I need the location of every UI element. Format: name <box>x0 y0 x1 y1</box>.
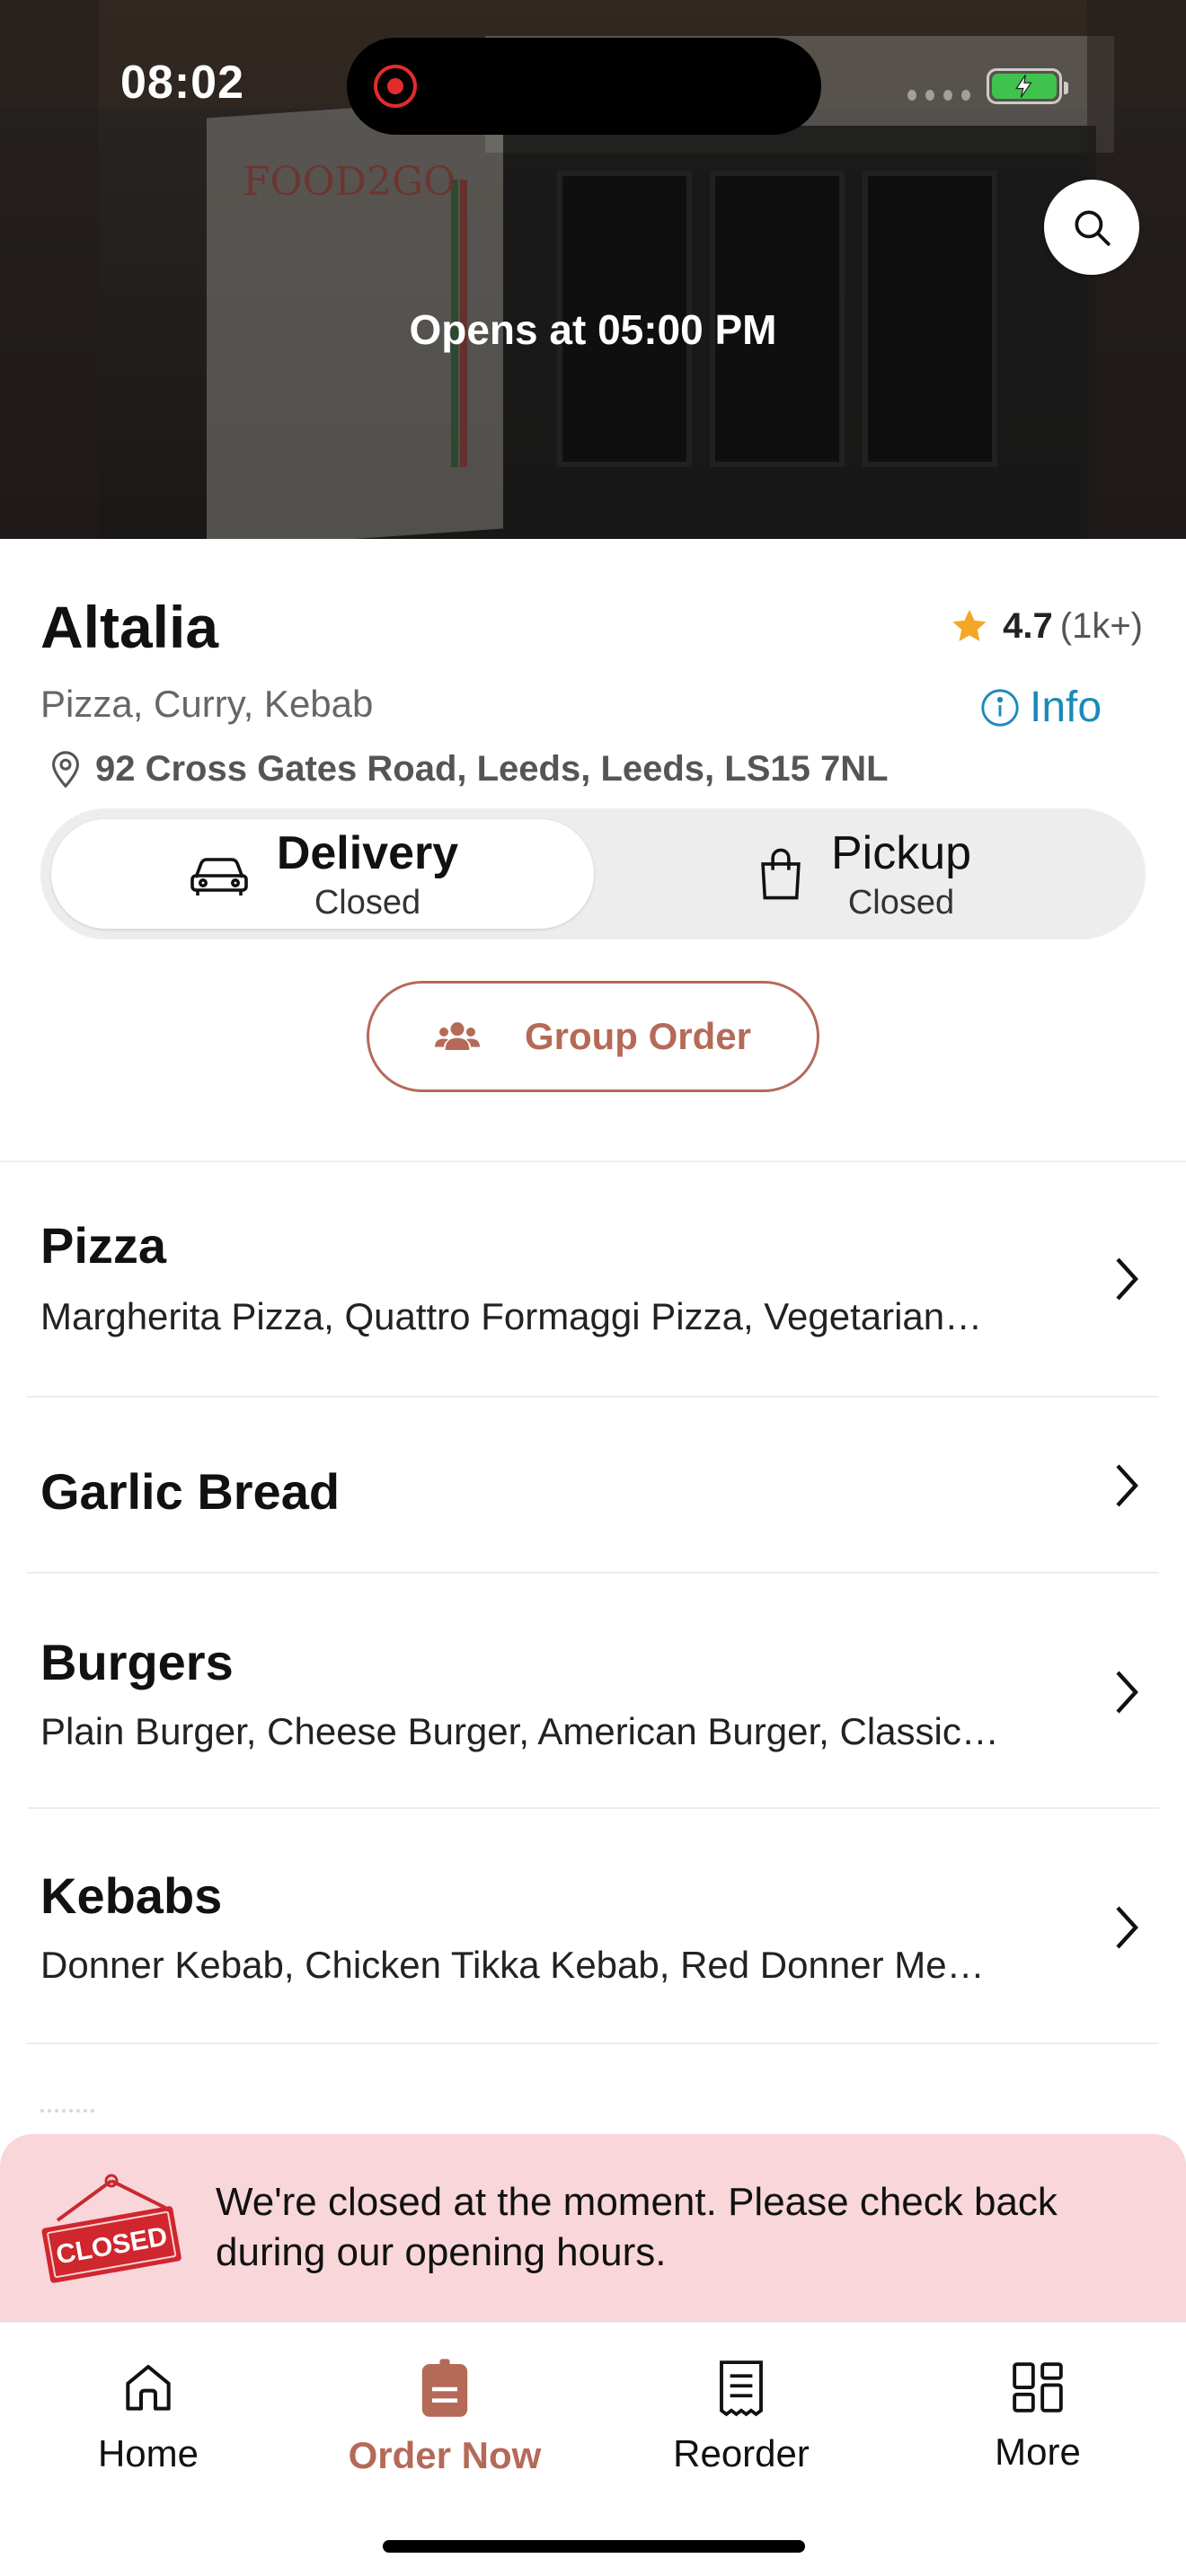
rating-value: 4.7 <box>1003 605 1053 646</box>
menu-category-kebabs[interactable]: Kebabs Donner Kebab, Chicken Tikka Kebab… <box>27 1809 1159 2044</box>
address-text: 92 Cross Gates Road, Leeds, Leeds, LS15 … <box>95 748 889 789</box>
pickup-label: Pickup <box>830 826 972 879</box>
receipt-icon <box>720 2360 763 2417</box>
tab-bar: Home Order Now Reorder More <box>0 2323 1186 2576</box>
tab-home-label: Home <box>97 2432 199 2475</box>
cuisine-list: Pizza, Curry, Kebab <box>40 683 374 725</box>
home-indicator <box>383 2540 805 2553</box>
opening-time-text: Opens at 05:00 PM <box>409 306 777 353</box>
restaurant-name: Altalia <box>40 594 219 660</box>
tab-more[interactable]: More <box>890 2359 1186 2502</box>
car-icon <box>190 858 248 895</box>
tab-home[interactable]: Home <box>0 2359 296 2502</box>
menu-category-title: Garlic Bread <box>40 1463 341 1520</box>
search-icon <box>1075 210 1111 246</box>
status-time: 08:02 <box>120 57 244 109</box>
closed-banner: CLOSED We're closed at the moment. Pleas… <box>0 2134 1186 2323</box>
closed-message: We're closed at the moment. Please check… <box>216 2180 1058 2274</box>
tab-reorder[interactable]: Reorder <box>593 2359 890 2502</box>
tab-order-now-label: Order Now <box>348 2434 542 2476</box>
menu-category-title: Burgers <box>40 1634 234 1690</box>
menu-category-burgers[interactable]: Burgers Plain Burger, Cheese Burger, Ame… <box>27 1574 1159 1809</box>
menu-category-garlic-bread[interactable]: Garlic Bread <box>27 1398 1159 1574</box>
chevron-right-icon <box>1116 1906 1138 1949</box>
grid-icon <box>1013 2362 1063 2413</box>
chevron-right-icon <box>1116 1257 1138 1301</box>
more-content-fade <box>40 2109 94 2114</box>
info-link[interactable]: Info <box>979 683 1102 732</box>
pickup-option[interactable]: Pickup Closed <box>592 819 1135 929</box>
order-icon <box>421 2359 468 2417</box>
location-pin-icon <box>52 751 79 789</box>
info-link-label: Info <box>1030 684 1102 731</box>
tab-reorder-label: Reorder <box>673 2432 810 2475</box>
menu-category-desc: Margherita Pizza, Quattro Formaggi Pizza… <box>40 1295 983 1337</box>
menu-category-desc: Donner Kebab, Chicken Tikka Kebab, Red D… <box>40 1944 985 1986</box>
delivery-status: Closed <box>314 883 421 922</box>
menu-category-title: Pizza <box>40 1217 167 1274</box>
address: 92 Cross Gates Road, Leeds, Leeds, LS15 … <box>45 747 889 790</box>
chevron-right-icon <box>1116 1464 1138 1507</box>
delivery-option[interactable]: Delivery Closed <box>51 819 594 929</box>
closed-sign-icon: CLOSED <box>41 2174 181 2283</box>
signal-icon <box>907 90 970 104</box>
menu-category-desc: Plain Burger, Cheese Burger, American Bu… <box>40 1710 999 1752</box>
delivery-label: Delivery <box>276 826 459 879</box>
chevron-right-icon <box>1116 1671 1138 1714</box>
tab-more-label: More <box>995 2430 1081 2473</box>
menu-category-pizza[interactable]: Pizza Margherita Pizza, Quattro Formaggi… <box>27 1162 1159 1398</box>
tab-order-now[interactable]: Order Now <box>296 2359 593 2502</box>
info-icon <box>981 688 1019 727</box>
dynamic-island <box>347 38 821 135</box>
home-icon <box>126 2365 171 2411</box>
bag-icon <box>761 848 801 900</box>
group-order-button[interactable]: Group Order <box>367 981 819 1092</box>
star-icon <box>952 609 987 641</box>
recording-indicator-icon <box>374 65 417 108</box>
pickup-status: Closed <box>847 883 955 922</box>
rating-count: (1k+) <box>1059 605 1143 646</box>
group-order-label: Group Order <box>524 1015 752 1057</box>
order-mode-toggle: Delivery Closed Pickup Closed <box>40 808 1146 940</box>
rating: 4.7 (1k+) <box>949 605 1143 647</box>
menu-category-title: Kebabs <box>40 1867 223 1924</box>
search-button[interactable] <box>1044 180 1139 275</box>
group-icon <box>434 1022 480 1050</box>
battery-icon <box>987 68 1068 104</box>
